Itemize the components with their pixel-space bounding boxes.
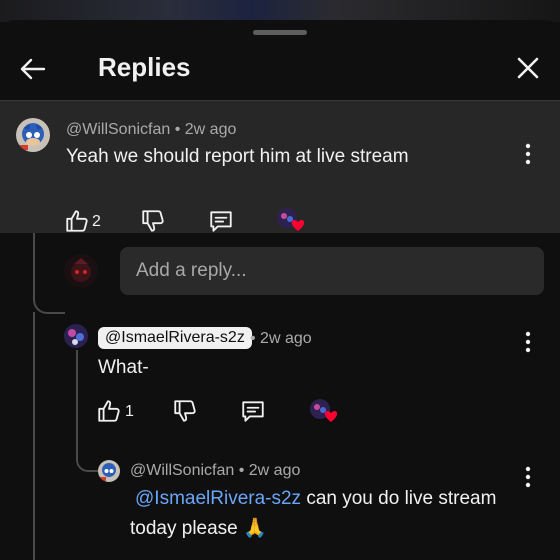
- more-vert-icon[interactable]: [524, 143, 532, 165]
- meta-separator: •: [234, 462, 249, 479]
- comment-meta: @WillSonicfan • 2w ago: [130, 462, 300, 480]
- comment-age: 2w ago: [260, 330, 312, 347]
- thread-line-curve: [33, 292, 65, 314]
- thread-line-nested-curve: [76, 452, 98, 472]
- replies-sheet: Replies @WillSonicfan • 2w ago Yeah we s…: [0, 20, 560, 560]
- reply-icon[interactable]: [240, 398, 266, 424]
- like-count: 1: [125, 403, 134, 420]
- creator-heart-icon: [310, 399, 338, 422]
- current-user-avatar: [64, 254, 98, 288]
- comment-author-tag[interactable]: @IsmaelRivera-s2z: [98, 327, 252, 349]
- comment-text: What-: [98, 357, 149, 378]
- thumb-down-icon[interactable]: [140, 208, 166, 234]
- user-mention-link[interactable]: @IsmaelRivera-s2z: [135, 488, 301, 509]
- video-preview-strip: [0, 0, 560, 22]
- thread-line-nested: [76, 350, 78, 454]
- more-vert-icon[interactable]: [524, 466, 532, 488]
- comment-age: 2w ago: [184, 121, 237, 138]
- avatar[interactable]: [16, 118, 50, 152]
- comment-author[interactable]: @WillSonicfan: [66, 121, 170, 138]
- drag-handle[interactable]: [253, 30, 307, 35]
- meta-separator: •: [170, 121, 185, 138]
- comment-meta: @WillSonicfan • 2w ago: [66, 121, 236, 139]
- reply-input[interactable]: Add a reply...: [120, 247, 544, 295]
- parent-comment: @WillSonicfan • 2w ago Yeah we should re…: [0, 101, 560, 233]
- comment-author[interactable]: @WillSonicfan: [130, 462, 234, 479]
- page-title: Replies: [98, 52, 191, 82]
- thumb-up-icon[interactable]: [64, 208, 90, 234]
- back-arrow-icon[interactable]: [18, 54, 48, 84]
- comment-text-line2: today please 🙏: [130, 518, 267, 539]
- comment-text: Yeah we should report him at live stream: [66, 146, 409, 167]
- thread-line: [33, 233, 35, 293]
- creator-heart-icon: [277, 208, 305, 231]
- like-count: 2: [92, 213, 101, 230]
- replies-header: Replies: [0, 42, 560, 98]
- avatar[interactable]: [64, 324, 88, 348]
- comment-meta: • 2w ago: [250, 330, 312, 348]
- thread-line-continue: [33, 312, 35, 560]
- thumb-down-icon[interactable]: [172, 398, 198, 424]
- reply-placeholder: Add a reply...: [136, 260, 247, 281]
- close-icon[interactable]: [514, 54, 542, 82]
- comment-text: @IsmaelRivera-s2z can you do live stream: [135, 488, 496, 510]
- reply-icon[interactable]: [208, 208, 234, 234]
- comment-age: 2w ago: [248, 462, 301, 479]
- avatar[interactable]: [98, 460, 120, 482]
- meta-separator: •: [250, 330, 261, 347]
- comment-text-line1: can you do live stream: [301, 488, 497, 509]
- thumb-up-icon[interactable]: [96, 398, 122, 424]
- more-vert-icon[interactable]: [524, 331, 532, 353]
